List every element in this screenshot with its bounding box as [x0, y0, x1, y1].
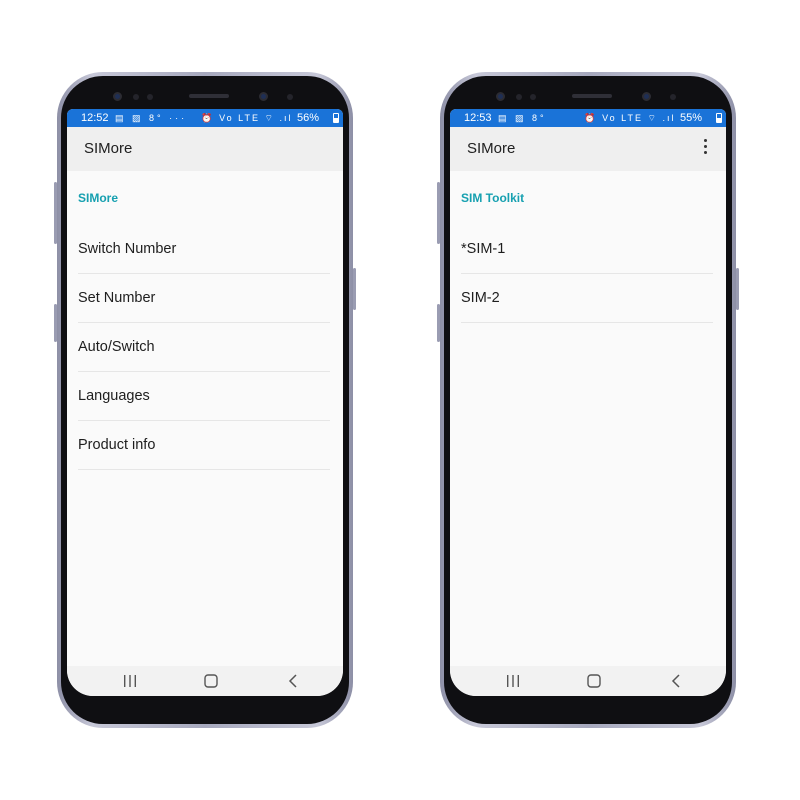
home-button[interactable]: [191, 666, 231, 696]
app-bar: SIMore: [450, 127, 726, 171]
battery-percent: 56%: [296, 112, 319, 124]
phone-left: 12:52 ▤ ▨ 8° ··· ⏰ Vo LTE ⌔ .ıl 56% SIMo…: [54, 72, 356, 728]
navigation-bar: [67, 666, 343, 696]
back-button[interactable]: [273, 666, 313, 696]
toolkit-list: SIM Toolkit *SIM-1 SIM-2: [450, 171, 726, 323]
section-header: SIMore: [78, 191, 119, 205]
iris-sensor-icon: [113, 92, 122, 101]
battery-icon: [716, 113, 722, 123]
more-vert-icon[interactable]: [704, 139, 708, 159]
sensor-icon: [670, 94, 676, 100]
back-button[interactable]: [656, 666, 696, 696]
status-time: 12:52: [81, 112, 109, 124]
sensor-icon: [287, 94, 293, 100]
status-icons: ⏰ Vo LTE ⌔ .ıl 56%: [201, 109, 319, 127]
notification-icons: ▤ ▨ 8° ···: [115, 113, 188, 123]
screen: 12:52 ▤ ▨ 8° ··· ⏰ Vo LTE ⌔ .ıl 56% SIMo…: [67, 109, 343, 696]
list-item-label: Switch Number: [78, 241, 177, 257]
list-item-languages[interactable]: Languages: [78, 372, 330, 421]
home-button[interactable]: [574, 666, 614, 696]
phone-right: 12:53 ▤ ▨ 8° ⏰ Vo LTE ⌔ .ıl 55% SIMore S…: [437, 72, 739, 728]
app-title: SIMore: [84, 140, 133, 157]
phone-bezel: 12:53 ▤ ▨ 8° ⏰ Vo LTE ⌔ .ıl 55% SIMore S…: [444, 76, 732, 724]
settings-list: SIMore Switch Number Set Number Auto/Swi…: [67, 171, 343, 470]
list-item-label: *SIM-1: [461, 241, 506, 257]
home-icon: [204, 674, 218, 688]
recents-button[interactable]: [493, 666, 533, 696]
app-title: SIMore: [467, 140, 516, 157]
list-item-product-info[interactable]: Product info: [78, 421, 330, 470]
back-icon: [288, 674, 297, 688]
signal-icons: ⏰ Vo LTE ⌔ .ıl: [201, 113, 293, 123]
status-icons: ⏰ Vo LTE ⌔ .ıl 55%: [584, 109, 702, 127]
recents-icon: [124, 675, 136, 687]
section-header: SIM Toolkit: [461, 191, 525, 205]
list-item-label: Auto/Switch: [78, 339, 155, 355]
top-hardware: [61, 90, 349, 106]
recents-icon: [507, 675, 519, 687]
earpiece-speaker: [189, 94, 229, 98]
sensor-icon: [530, 94, 536, 100]
battery-percent: 55%: [679, 112, 702, 124]
list-item-sim-1[interactable]: *SIM-1: [461, 225, 713, 274]
list-item-label: Set Number: [78, 290, 156, 306]
list-item-sim-2[interactable]: SIM-2: [461, 274, 713, 323]
iris-sensor-icon: [496, 92, 505, 101]
app-bar: SIMore: [67, 127, 343, 171]
front-camera-icon: [642, 92, 651, 101]
status-bar: 12:52 ▤ ▨ 8° ··· ⏰ Vo LTE ⌔ .ıl 56%: [67, 109, 343, 127]
recents-button[interactable]: [110, 666, 150, 696]
list-item-switch-number[interactable]: Switch Number: [78, 225, 330, 274]
front-camera-icon: [259, 92, 268, 101]
navigation-bar: [450, 666, 726, 696]
signal-icons: ⏰ Vo LTE ⌔ .ıl: [584, 113, 676, 123]
list-item-label: SIM-2: [461, 290, 500, 306]
home-icon: [587, 674, 601, 688]
status-bar: 12:53 ▤ ▨ 8° ⏰ Vo LTE ⌔ .ıl 55%: [450, 109, 726, 127]
list-item-set-number[interactable]: Set Number: [78, 274, 330, 323]
power-button: [353, 268, 356, 310]
top-hardware: [444, 90, 732, 106]
status-time: 12:53: [464, 112, 492, 124]
phone-bezel: 12:52 ▤ ▨ 8° ··· ⏰ Vo LTE ⌔ .ıl 56% SIMo…: [61, 76, 349, 724]
notification-icons: ▤ ▨ 8°: [498, 113, 547, 123]
list-item-auto-switch[interactable]: Auto/Switch: [78, 323, 330, 372]
power-button: [736, 268, 739, 310]
battery-icon: [333, 113, 339, 123]
sensor-icon: [516, 94, 522, 100]
sensor-icon: [147, 94, 153, 100]
list-item-label: Product info: [78, 437, 156, 453]
sensor-icon: [133, 94, 139, 100]
screen: 12:53 ▤ ▨ 8° ⏰ Vo LTE ⌔ .ıl 55% SIMore S…: [450, 109, 726, 696]
earpiece-speaker: [572, 94, 612, 98]
list-item-label: Languages: [78, 388, 150, 404]
back-icon: [671, 674, 680, 688]
